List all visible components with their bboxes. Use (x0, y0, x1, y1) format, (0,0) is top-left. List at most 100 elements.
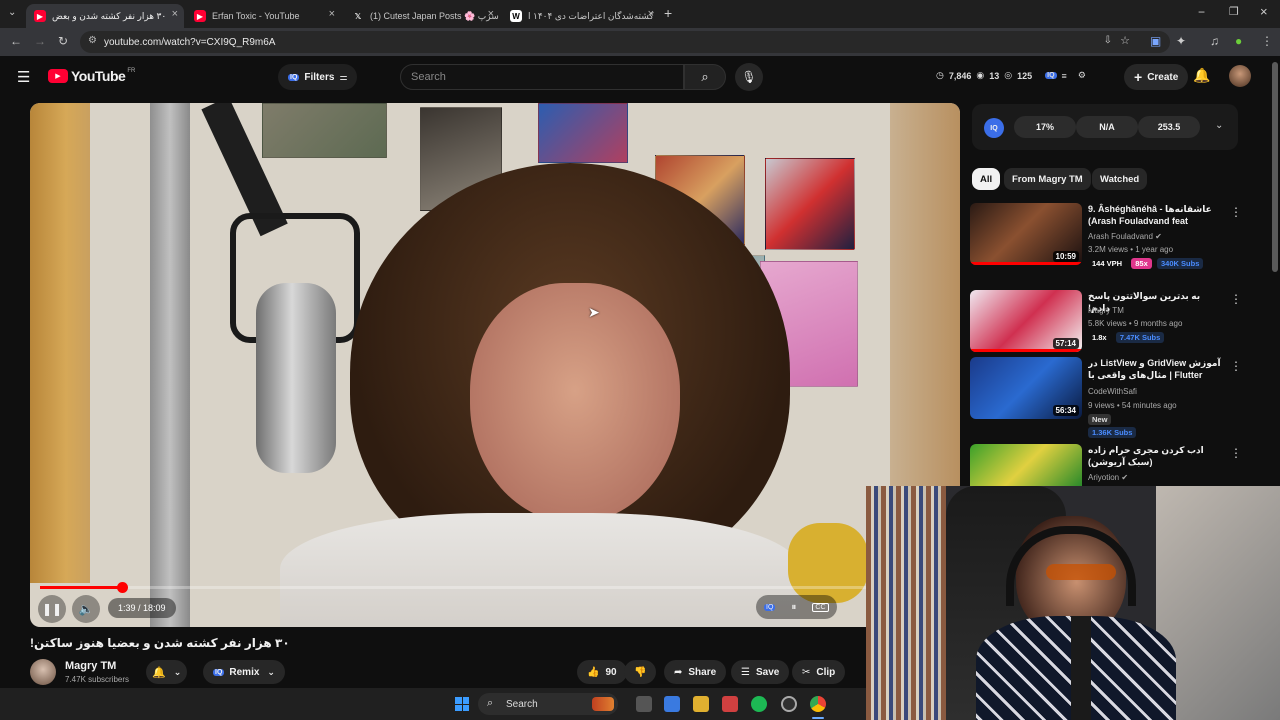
search-input[interactable]: Search (400, 64, 684, 90)
more-options-icon[interactable]: ⋮ (1230, 205, 1242, 219)
file-explorer-icon[interactable] (693, 696, 709, 712)
extensions-puzzle-icon[interactable]: ✦ (1176, 34, 1186, 48)
recommendation-badges: 1.36K Subs (1088, 427, 1139, 438)
volume-button[interactable]: 🔈 (72, 595, 100, 623)
more-options-icon[interactable]: ⋮ (1230, 446, 1242, 460)
play-pause-button[interactable]: ❚❚ (38, 595, 66, 623)
search-button[interactable]: ⌕ (684, 64, 726, 90)
create-button[interactable]: + Create (1124, 64, 1189, 90)
windows-start-icon[interactable] (455, 697, 469, 711)
scissors-icon: ✂ (802, 666, 811, 678)
new-tab-icon[interactable]: + (664, 5, 672, 21)
video-frame-poster (538, 103, 628, 163)
pause-small-icon[interactable]: ⏸ (791, 602, 796, 613)
notifications-bell-icon[interactable]: 🔔 (1193, 67, 1210, 84)
microsoft-store-icon[interactable] (664, 696, 680, 712)
browser-tab-1[interactable]: ▶ ۳۰ هزار نفر کشته شدن و بعض × (26, 4, 184, 28)
iq-player-icon[interactable]: IQ (764, 603, 776, 611)
close-tab-icon[interactable]: × (488, 8, 494, 20)
forward-icon[interactable]: → (34, 34, 46, 48)
recommendation-item[interactable]: 57:14 به بدترین سوالاتتون پاسخ دادم! Mag… (970, 290, 1260, 352)
minimize-window-icon[interactable]: − (1198, 5, 1205, 19)
dislike-button[interactable]: 👎 (624, 660, 657, 684)
webcam-bookshelf (866, 486, 946, 720)
task-view-icon[interactable] (636, 696, 652, 712)
channel-avatar[interactable] (30, 659, 56, 685)
badge-icon[interactable]: ⚙ (1078, 70, 1086, 81)
recommendation-channel[interactable]: Arash Fouladvand ✔ (1088, 232, 1162, 241)
bookmark-star-icon[interactable]: ☆ (1120, 34, 1130, 47)
media-controls-icon[interactable]: ♫ (1210, 34, 1219, 48)
share-icon: ➦ (674, 666, 683, 678)
recommendation-channel[interactable]: Ariyotion ✔ (1088, 473, 1128, 482)
recommendation-item[interactable]: 56:34 آموزش GridView و ListView در Flutt… (970, 357, 1260, 438)
browser-menu-icon[interactable]: ⋮ (1261, 34, 1273, 48)
recommendation-item[interactable]: ادب کردن مجری حرام زاده (سبک آریوشن) Ari… (970, 444, 1260, 486)
video-thumbnail[interactable]: 56:34 (970, 357, 1082, 419)
webcam-overlay (866, 486, 1280, 720)
browser-tab-2[interactable]: ▶ Erfan Toxic - YouTube × (186, 4, 341, 28)
chip-watched[interactable]: Watched (1092, 168, 1148, 190)
video-scrubber-handle[interactable] (116, 582, 128, 593)
restore-window-icon[interactable]: ❐ (1229, 5, 1239, 18)
video-thumbnail[interactable]: 10:59 (970, 203, 1082, 265)
iq-extension-icon[interactable]: IQ (1045, 72, 1057, 79)
video-progress-bar[interactable] (40, 582, 950, 593)
search-placeholder: Search (411, 71, 446, 83)
spotify-icon[interactable] (751, 696, 767, 712)
closed-captions-icon[interactable]: CC (812, 602, 829, 612)
close-tab-icon[interactable]: × (648, 8, 654, 20)
notifications-subscribe-button[interactable]: 🔔 ⌄ (146, 660, 188, 684)
video-frame-face (470, 283, 680, 523)
video-thumbnail[interactable] (970, 444, 1082, 486)
recommendation-channel[interactable]: CodeWithSafi (1088, 387, 1137, 396)
share-button[interactable]: ➦ Share (664, 660, 727, 684)
account-avatar[interactable] (1229, 65, 1251, 87)
recommendation-channel[interactable]: Magry TM (1088, 306, 1124, 315)
youtube-logo-text: YouTube (71, 68, 126, 84)
tab-list-chevron-icon[interactable]: ⌄ (8, 7, 16, 18)
taskbar-search[interactable]: ⌕ Search (478, 693, 618, 715)
channel-name[interactable]: Magry TM (65, 660, 116, 672)
more-options-icon[interactable]: ⋮ (1230, 359, 1242, 373)
site-info-icon[interactable]: ⚙ (88, 35, 97, 46)
voice-search-button[interactable]: 🎙 (735, 63, 763, 91)
obs-icon[interactable] (781, 696, 797, 712)
reload-icon[interactable]: ↻ (58, 34, 68, 48)
recommendation-title[interactable]: 9. Âshéghânéhâ - عاشقانه‌ها (Arash Foula… (1088, 203, 1224, 229)
chrome-icon[interactable] (810, 696, 826, 712)
video-player[interactable]: ❚❚ 🔈 1:39 / 18:09 IQ ⏸ CC ➤ (30, 103, 960, 627)
verified-icon: ✔ (1155, 232, 1162, 241)
close-tab-icon[interactable]: × (172, 8, 178, 20)
install-app-icon[interactable]: ⇩ (1104, 35, 1112, 46)
clip-button[interactable]: ✂ Clip (792, 660, 846, 684)
remix-button[interactable]: IQ Remix ⌄ (203, 660, 285, 684)
back-icon[interactable]: ← (10, 34, 22, 48)
more-options-icon[interactable]: ⋮ (1230, 292, 1242, 306)
browser-tab-3[interactable]: 𝕏 (1) Cutest Japan Posts 🌸 سرپ × (344, 4, 500, 28)
vpn-extension-icon[interactable]: ● (1235, 34, 1242, 48)
app-icon[interactable] (722, 696, 738, 712)
like-button[interactable]: 👍 90 (577, 660, 627, 684)
badge-multiplier: 1.8x (1092, 333, 1107, 342)
chip-from-channel[interactable]: From Magry TM (1004, 168, 1091, 190)
recommendation-title[interactable]: ادب کردن مجری حرام زاده (سبک آریوشن) (1088, 444, 1224, 468)
translate-extension-icon[interactable]: ▣ (1150, 34, 1161, 48)
youtube-logo[interactable]: ▶ YouTube FR (48, 68, 135, 84)
filters-button[interactable]: IQ Filters ⚌ (278, 64, 358, 90)
chevron-down-icon[interactable]: ⌄ (1215, 120, 1223, 131)
video-progress-fill (40, 586, 122, 589)
video-duration: 57:14 (1052, 338, 1079, 349)
recommendation-item[interactable]: 10:59 9. Âshéghânéhâ - عاشقانه‌ها (Arash… (970, 203, 1260, 271)
address-bar[interactable]: ⚙ youtube.com/watch?v=CXI9Q_R9m6A ⇩ ☆ (80, 31, 1170, 53)
close-window-icon[interactable]: × (1260, 4, 1268, 19)
list-icon[interactable]: ≡ (1062, 71, 1067, 81)
video-thumbnail[interactable]: 57:14 (970, 290, 1082, 352)
close-tab-icon[interactable]: × (329, 8, 335, 20)
chip-all[interactable]: All (972, 168, 1001, 190)
hamburger-menu-icon[interactable]: ☰ (17, 68, 30, 86)
save-button[interactable]: ☰ Save (731, 660, 790, 684)
recommendation-title[interactable]: آموزش GridView و ListView در Flutter | م… (1088, 357, 1224, 383)
browser-tab-4[interactable]: W کشته‌شدگان اعتراضات دی ۱۴۰۴ ا × (502, 4, 660, 28)
page-scrollbar[interactable] (1272, 62, 1278, 272)
